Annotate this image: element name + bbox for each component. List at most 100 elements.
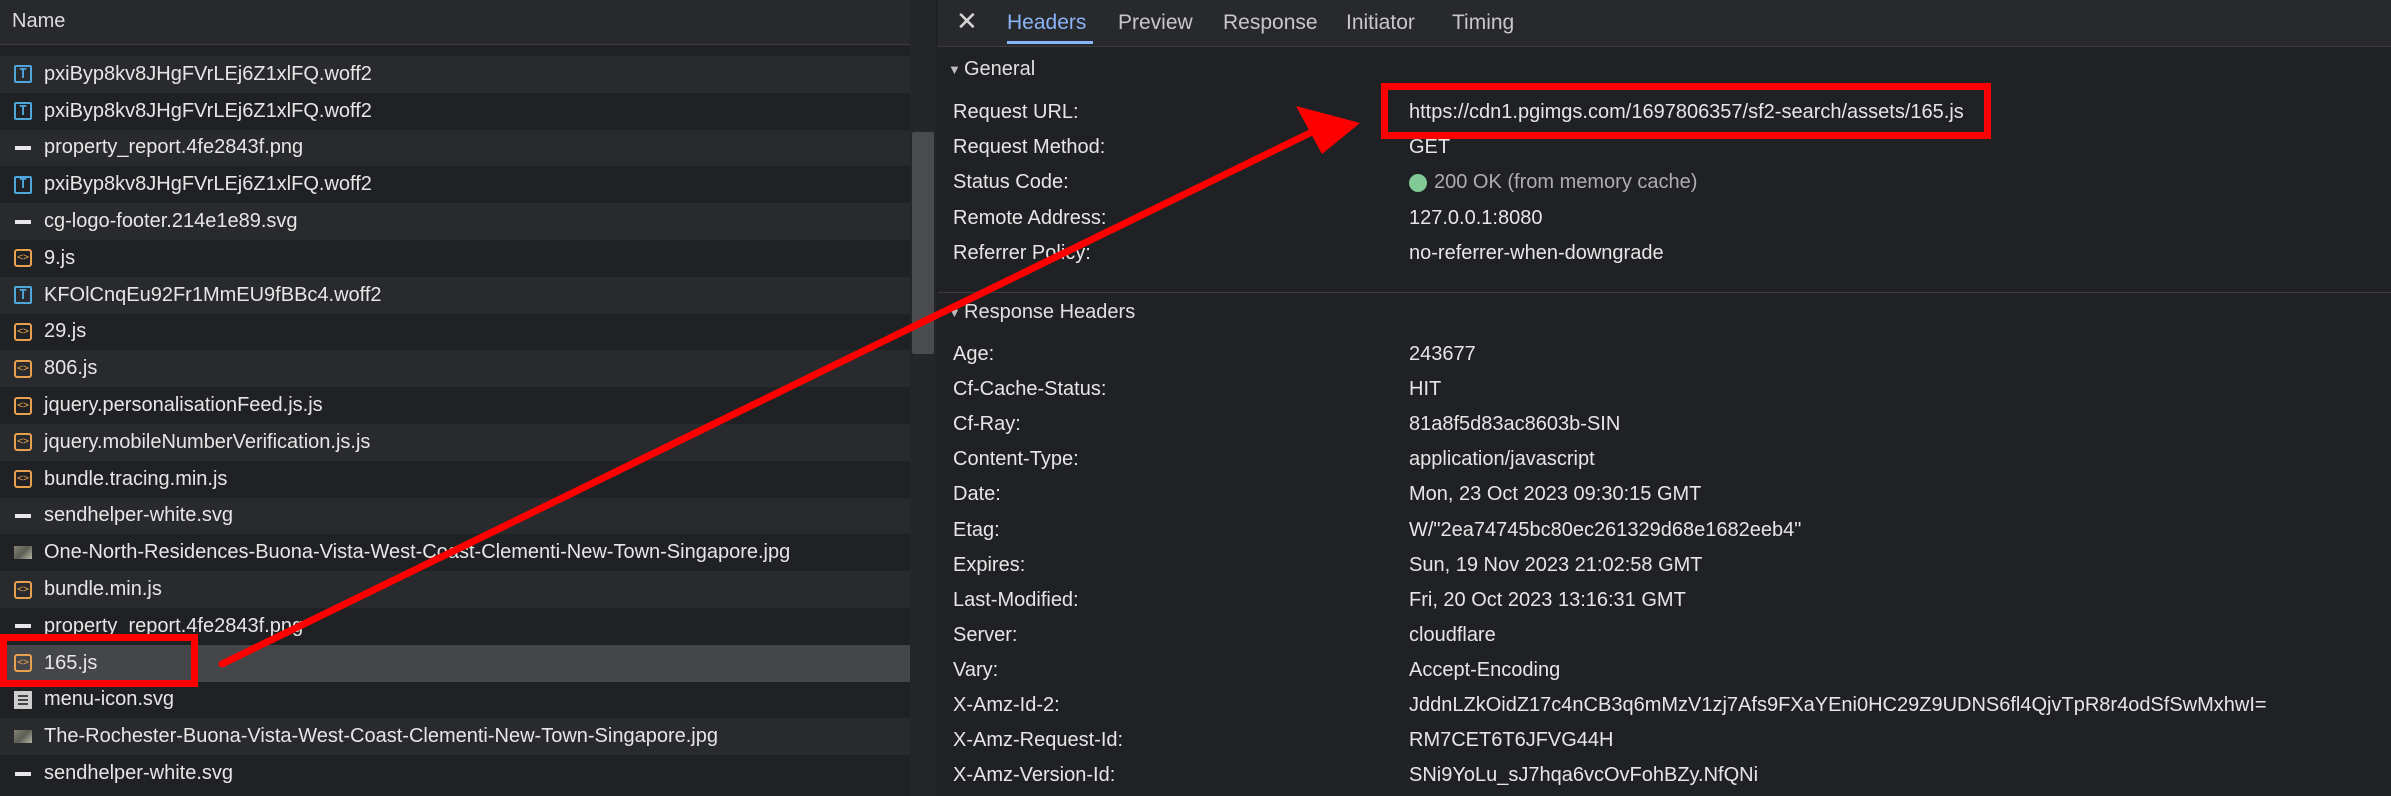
response-header-row: Age: 243677 bbox=[953, 343, 2383, 373]
header-key: Vary: bbox=[953, 658, 999, 681]
font-file-icon: T bbox=[14, 65, 32, 84]
header-key: Content-Type: bbox=[953, 448, 1079, 471]
response-header-row: Cf-Cache-Status: HIT bbox=[953, 378, 2383, 408]
request-name: pxiByp8kv8JHgFVrLEj6Z1xlFQ.woff2 bbox=[44, 173, 372, 196]
status-ok-icon bbox=[1409, 174, 1427, 193]
request-name: property_report.4fe2843f.png bbox=[44, 136, 304, 159]
request-row[interactable]: TpxiByp8kv8JHgFVrLEj6Z1xlFQ.woff2 bbox=[0, 166, 910, 203]
header-value: Mon, 23 Oct 2023 09:30:15 GMT bbox=[1409, 483, 1702, 506]
response-header-row: Expires: Sun, 19 Nov 2023 21:02:58 GMT bbox=[953, 554, 2383, 584]
request-row[interactable]: <> bundle.min.js bbox=[0, 571, 910, 608]
general-section-title: General bbox=[964, 57, 1036, 80]
header-value: HIT bbox=[1409, 378, 1442, 401]
request-name: sendhelper-white.svg bbox=[44, 504, 233, 527]
request-name: bundle.min.js bbox=[44, 578, 162, 601]
request-row[interactable]: TpxiByp8kv8JHgFVrLEj6Z1xlFQ.woff2 bbox=[0, 93, 910, 130]
request-row[interactable]: The-Rochester-Buona-Vista-West-Coast-Cle… bbox=[0, 718, 910, 756]
script-file-icon: <> bbox=[14, 322, 32, 341]
header-key: Request URL: bbox=[953, 101, 1079, 123]
header-value: application/javascript bbox=[1409, 448, 1595, 471]
header-key: Cf-Ray: bbox=[953, 413, 1021, 436]
tab-response[interactable]: Response bbox=[1223, 11, 1318, 35]
response-headers-section-title: Response Headers bbox=[964, 300, 1136, 323]
font-file-icon: T bbox=[14, 286, 32, 305]
request-name: KFOlCnqEu92Fr1MmEU9fBBc4.woff2 bbox=[44, 283, 382, 306]
photo-file-icon bbox=[14, 730, 32, 744]
script-file-icon: <> bbox=[14, 396, 32, 415]
request-row[interactable]: <> 29.js bbox=[0, 314, 910, 351]
general-row: Remote Address: 127.0.0.1:8080 bbox=[953, 207, 2383, 237]
header-value: JddnLZkOidZ17c4nCB3q6mMzV1zj7Afs9FXaYEni… bbox=[1409, 694, 2267, 716]
request-name: pxiByp8kv8JHgFVrLEj6Z1xlFQ.woff2 bbox=[44, 62, 372, 85]
request-name: jquery.personalisationFeed.js.js bbox=[44, 394, 323, 417]
caret-down-icon[interactable]: ▼ bbox=[948, 62, 961, 77]
header-value: RM7CET6T6JFVG44H bbox=[1409, 729, 1614, 752]
response-header-row: Vary: Accept-Encoding bbox=[953, 659, 2383, 689]
tab-timing[interactable]: Timing bbox=[1452, 11, 1514, 35]
request-row[interactable]: One-North-Residences-Buona-Vista-West-Co… bbox=[0, 534, 910, 571]
name-column-header[interactable]: Name bbox=[12, 10, 65, 33]
close-icon[interactable]: ✕ bbox=[956, 6, 978, 37]
request-row[interactable]: <> jquery.mobileNumberVerification.js.js bbox=[0, 424, 910, 461]
font-file-icon: T bbox=[14, 102, 32, 121]
header-key: Cf-Cache-Status: bbox=[953, 378, 1107, 401]
script-file-icon: <> bbox=[14, 249, 32, 268]
request-row[interactable]: TpxiByp8kv8JHgFVrLEj6Z1xlFQ.woff2 bbox=[0, 56, 910, 93]
script-file-icon: <> bbox=[14, 433, 32, 452]
header-value: 81a8f5d83ac8603b-SIN bbox=[1409, 413, 1621, 436]
header-key: X-Amz-Request-Id: bbox=[953, 729, 1124, 752]
header-value: no-referrer-when-downgrade bbox=[1409, 241, 1664, 264]
list-header[interactable]: Name bbox=[0, 0, 910, 45]
request-name: menu-icon.svg bbox=[44, 688, 175, 711]
header-key: X-Amz-Id-2: bbox=[953, 694, 1060, 716]
header-value: Sun, 19 Nov 2023 21:02:58 GMT bbox=[1409, 553, 1703, 576]
list-scrollbar[interactable] bbox=[910, 0, 936, 796]
tab-preview[interactable]: Preview bbox=[1118, 11, 1193, 35]
response-headers-section-header[interactable]: ▼ Response Headers bbox=[938, 292, 2391, 331]
request-name: bundle.tracing.min.js bbox=[44, 467, 228, 490]
request-row[interactable]: T KFOlCnqEu92Fr1MmEU9fBBc4.woff2 bbox=[0, 276, 910, 314]
request-name: sendhelper-white.svg bbox=[44, 762, 233, 785]
request-row[interactable]: <> 9.js bbox=[0, 240, 910, 277]
header-key: Status Code: bbox=[953, 171, 1069, 194]
header-key: Date: bbox=[953, 483, 1001, 506]
selected-file-highlight-box bbox=[0, 634, 198, 687]
response-header-row: Cf-Ray: 81a8f5d83ac8603b-SIN bbox=[953, 413, 2383, 443]
general-row: Referrer Policy: no-referrer-when-downgra… bbox=[953, 242, 2383, 272]
request-row[interactable]: menu-icon.svg bbox=[0, 682, 910, 719]
response-header-row: Content-Type: application/javascript bbox=[953, 448, 2383, 478]
request-row[interactable]: <> jquery.personalisationFeed.js.js bbox=[0, 387, 910, 424]
script-file-icon: <> bbox=[14, 580, 32, 599]
active-tab-indicator bbox=[1007, 41, 1093, 44]
image-file-icon bbox=[14, 765, 32, 783]
header-value: SNi9YoLu_sJ7hqa6vcOvFohBZy.NfQNi bbox=[1409, 764, 1759, 787]
list-scrollbar-thumb[interactable] bbox=[912, 132, 934, 354]
image-file-icon bbox=[14, 213, 32, 231]
request-name: 9.js bbox=[44, 246, 76, 269]
image-file-icon bbox=[14, 139, 32, 157]
response-header-row: X-Amz-Version-Id: SNi9YoLu_sJ7hqa6vcOvFoh… bbox=[953, 764, 2383, 794]
caret-down-icon[interactable]: ▼ bbox=[948, 305, 961, 320]
request-name: 806.js bbox=[44, 357, 98, 380]
image-file-icon bbox=[14, 617, 32, 635]
header-value: GET bbox=[1409, 136, 1451, 159]
detail-tab-bar: ✕ Headers Preview Response Initiator Tim… bbox=[938, 0, 2391, 47]
header-key: X-Amz-Version-Id: bbox=[953, 764, 1116, 787]
header-key: Etag: bbox=[953, 518, 1000, 541]
photo-file-icon bbox=[14, 546, 32, 560]
request-row[interactable]: sendhelper-white.svg bbox=[0, 497, 910, 535]
header-key: Expires: bbox=[953, 553, 1026, 576]
menu-file-icon bbox=[14, 690, 32, 709]
response-header-row: X-Amz-Request-Id: RM7CET6T6JFVG44H bbox=[953, 729, 2383, 759]
tab-initiator[interactable]: Initiator bbox=[1346, 11, 1415, 35]
script-file-icon: <> bbox=[14, 359, 32, 378]
request-row[interactable]: sendhelper-white.svg bbox=[0, 755, 910, 792]
header-value: W/"2ea74745bc80ec261329d68e1682eeb4" bbox=[1409, 518, 1802, 541]
response-header-row: Date: Mon, 23 Oct 2023 09:30:15 GMT bbox=[953, 483, 2383, 513]
header-key: Last-Modified: bbox=[953, 588, 1079, 611]
request-row[interactable]: property_report.4fe2843f.png bbox=[0, 129, 910, 167]
request-row[interactable]: cg-logo-footer.214e1e89.svg bbox=[0, 203, 910, 240]
request-row[interactable]: <> bundle.tracing.min.js bbox=[0, 461, 910, 498]
tab-headers[interactable]: Headers bbox=[1007, 11, 1086, 35]
request-row[interactable]: <> 806.js bbox=[0, 350, 910, 388]
